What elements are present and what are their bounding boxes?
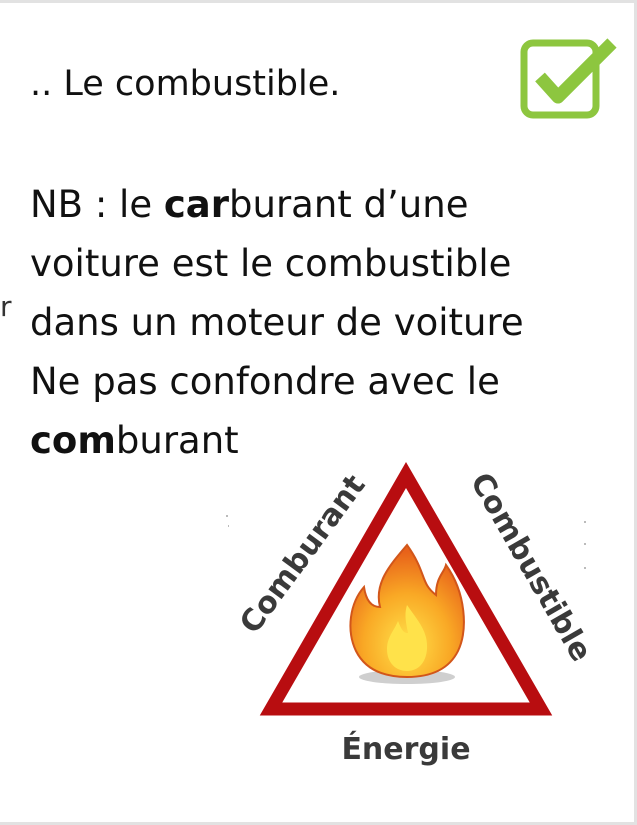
bottom-side-label: Énergie <box>341 731 470 767</box>
note-line-1: NB : le carburant d’une <box>30 175 610 234</box>
note-line-1-bold: car <box>163 183 230 226</box>
answer-card: .. Le combustible. r NB : le carburant d… <box>0 0 637 825</box>
note-line-4: Ne pas confondre avec le <box>30 360 500 403</box>
note-line-5-bold: com <box>30 419 116 462</box>
fire-icon <box>349 543 465 684</box>
fire-triangle-diagram: Comburant Combustible Énergie <box>226 461 599 767</box>
right-side-label: Combustible <box>463 467 599 668</box>
note-line-3: dans un moteur de voiture <box>30 301 524 344</box>
note-line-5-after: burant <box>115 419 239 462</box>
note-line-1-after: burant d’une <box>229 183 469 226</box>
checkbox-checked-icon <box>520 38 617 119</box>
note-line-1-before: NB : le <box>30 183 164 226</box>
answer-text: .. Le combustible. <box>30 64 341 104</box>
note-paragraph: NB : le carburant d’une voiture est le c… <box>30 175 610 470</box>
stray-mark: r <box>0 290 12 323</box>
note-line-2: voiture est le combustible <box>30 242 512 285</box>
